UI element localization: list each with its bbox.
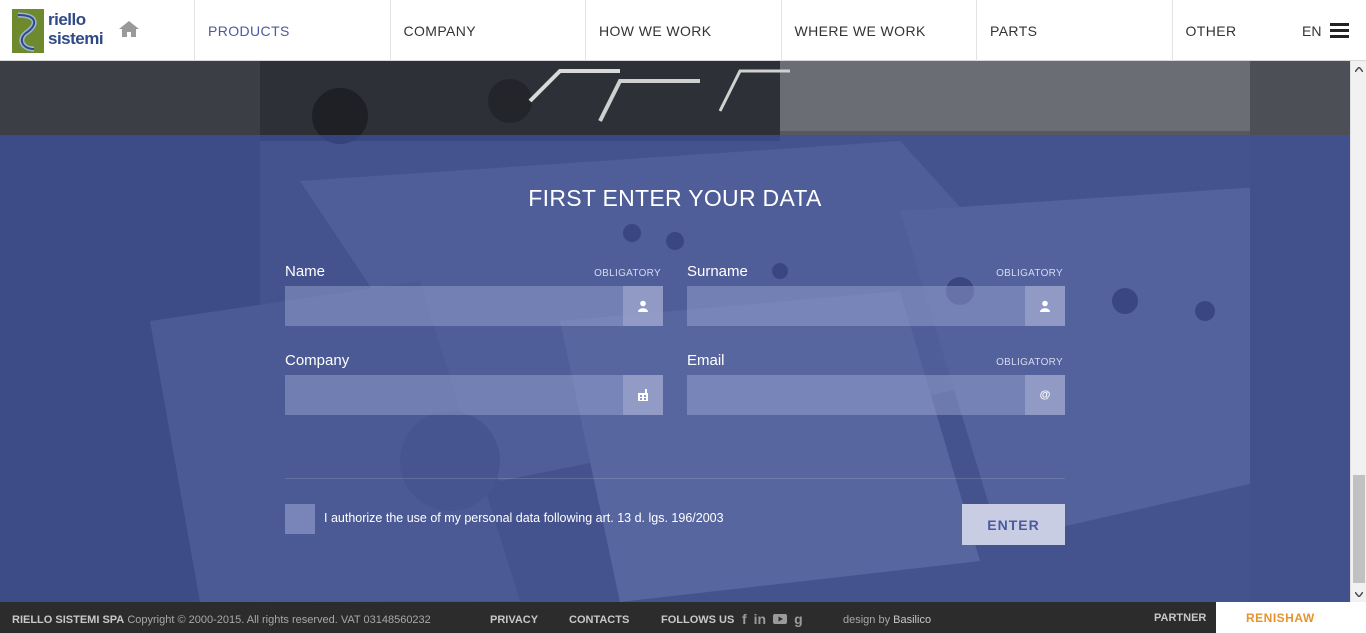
name-required-note: OBLIGATORY [594, 268, 661, 279]
form-title: FIRST ENTER YOUR DATA [528, 185, 822, 211]
email-label: Email [687, 352, 725, 369]
nav-item-where-we-work[interactable]: WHERE WE WORK [780, 0, 977, 61]
footer-contacts-link[interactable]: CONTACTS [569, 614, 629, 626]
footer-design-by-link[interactable]: Basilico [893, 614, 931, 626]
footer-privacy-link[interactable]: PRIVACY [490, 614, 538, 626]
at-icon: @ [1025, 375, 1065, 415]
home-icon[interactable] [118, 19, 140, 39]
language-selector[interactable]: EN [1302, 23, 1321, 39]
name-field-group: Name OBLIGATORY [285, 263, 663, 327]
nav-item-parts[interactable]: PARTS [976, 0, 1172, 61]
surname-input[interactable] [687, 286, 1065, 326]
footer-copyright: RIELLO SISTEMI SPA Copyright © 2000-2015… [12, 614, 431, 626]
logo-text: riello sistemi [48, 10, 104, 48]
linkedin-icon[interactable]: in [754, 611, 766, 628]
logo-text-line2: sistemi [48, 29, 104, 48]
logo-mark-icon [12, 9, 44, 53]
youtube-icon[interactable] [773, 611, 788, 628]
logo-text-line1: riello [48, 10, 86, 29]
main-nav: PRODUCTS COMPANY HOW WE WORK WHERE WE WO… [194, 0, 1366, 61]
name-input[interactable] [285, 286, 663, 326]
footer: RIELLO SISTEMI SPA Copyright © 2000-2015… [0, 602, 1366, 633]
footer-follow-us-label: FOLLOWS US [661, 614, 735, 626]
renishaw-logo: RENISHAW [1246, 611, 1315, 625]
company-input[interactable] [285, 375, 663, 415]
footer-design-by-label: design by [843, 614, 891, 626]
footer-copyright-text: Copyright © 2000-2015. All rights reserv… [127, 614, 431, 626]
name-label: Name [285, 263, 326, 280]
riello-sistemi-logo[interactable]: riello sistemi [12, 9, 106, 53]
nav-item-company[interactable]: COMPANY [389, 0, 586, 61]
partner-logo-box[interactable]: RENISHAW [1216, 602, 1366, 633]
user-icon [623, 286, 663, 326]
consent-checkbox[interactable] [285, 504, 315, 534]
hamburger-menu-icon[interactable] [1330, 23, 1349, 38]
footer-company-name: RIELLO SISTEMI SPA [12, 614, 125, 626]
surname-label: Surname [687, 263, 748, 280]
form-divider [285, 478, 1065, 479]
company-field-group: Company [285, 352, 663, 416]
nav-item-how-we-work[interactable]: HOW WE WORK [585, 0, 781, 61]
building-icon [623, 375, 663, 415]
email-field-group: Email OBLIGATORY @ [687, 352, 1065, 416]
google-plus-icon[interactable]: g [794, 611, 803, 628]
social-links: f in g [742, 611, 803, 628]
user-icon [1025, 286, 1065, 326]
email-required-note: OBLIGATORY [996, 357, 1063, 368]
page-scrollbar[interactable] [1350, 61, 1366, 602]
scroll-down-arrow-icon[interactable] [1351, 586, 1366, 602]
scroll-up-arrow-icon[interactable] [1351, 61, 1366, 77]
top-navigation-bar: riello sistemi PRODUCTS COMPANY HOW WE W… [0, 0, 1366, 61]
email-input[interactable] [687, 375, 1065, 415]
facebook-icon[interactable]: f [742, 611, 747, 628]
scrollbar-thumb[interactable] [1353, 475, 1365, 583]
footer-design-credit: design by Basilico [843, 614, 931, 626]
consent-text: I authorize the use of my personal data … [324, 511, 724, 525]
nav-item-products[interactable]: PRODUCTS [194, 0, 390, 61]
company-label: Company [285, 352, 350, 369]
footer-partner-label: PARTNER [1154, 612, 1207, 624]
surname-required-note: OBLIGATORY [996, 268, 1063, 279]
enter-button[interactable]: ENTER [962, 504, 1065, 545]
surname-field-group: Surname OBLIGATORY [687, 263, 1065, 327]
